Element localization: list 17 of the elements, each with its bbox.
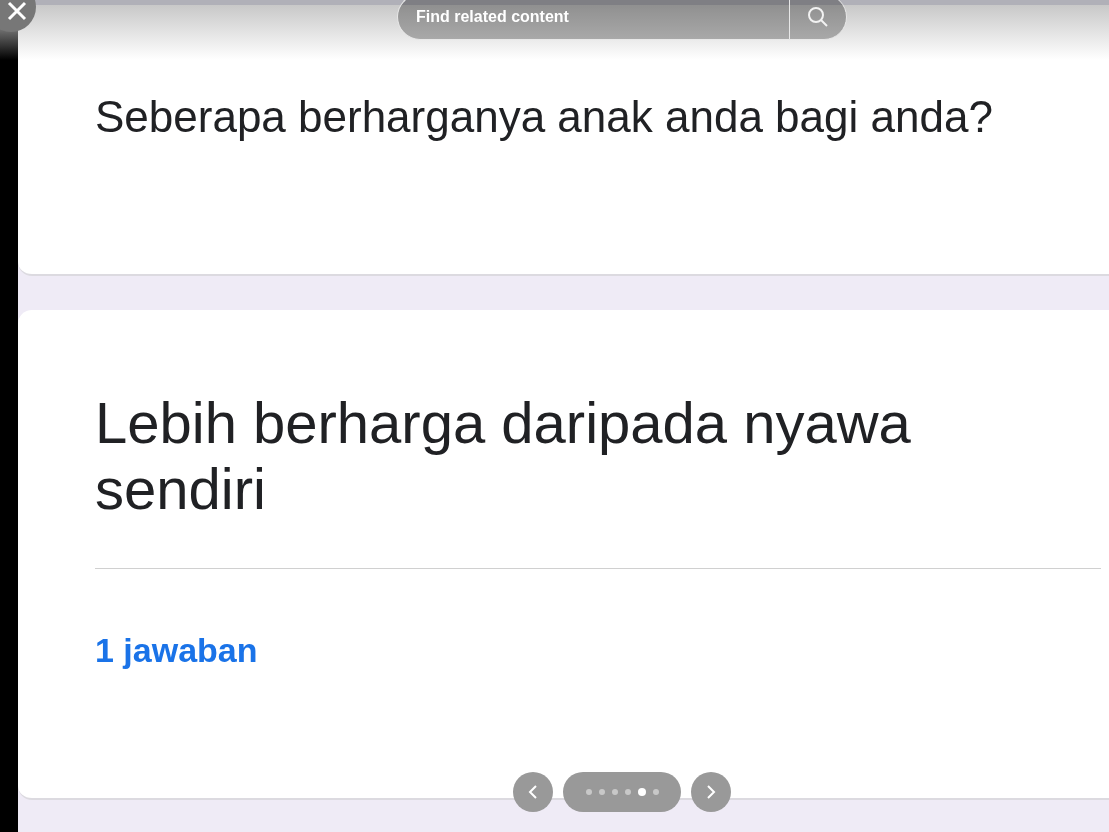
next-button[interactable]: [691, 772, 731, 812]
chevron-right-icon: [704, 784, 718, 800]
page-dot[interactable]: [598, 789, 605, 795]
previous-button[interactable]: [513, 772, 553, 812]
chevron-left-icon: [526, 784, 540, 800]
search-field[interactable]: Find related content: [397, 0, 789, 40]
close-icon: [6, 0, 28, 22]
page-dot[interactable]: [637, 788, 646, 796]
page-dot[interactable]: [611, 789, 618, 795]
search-button[interactable]: [789, 0, 847, 40]
search-icon: [807, 6, 829, 28]
answer-text: Lebih berharga daripada nyawa sendiri: [95, 390, 912, 522]
page-dot[interactable]: [585, 789, 592, 795]
page-dot[interactable]: [652, 789, 659, 795]
response-count: 1 jawaban: [95, 631, 258, 670]
question-title: Seberapa berharganya anak anda bagi anda?: [95, 92, 993, 142]
page-dot[interactable]: [624, 789, 631, 795]
